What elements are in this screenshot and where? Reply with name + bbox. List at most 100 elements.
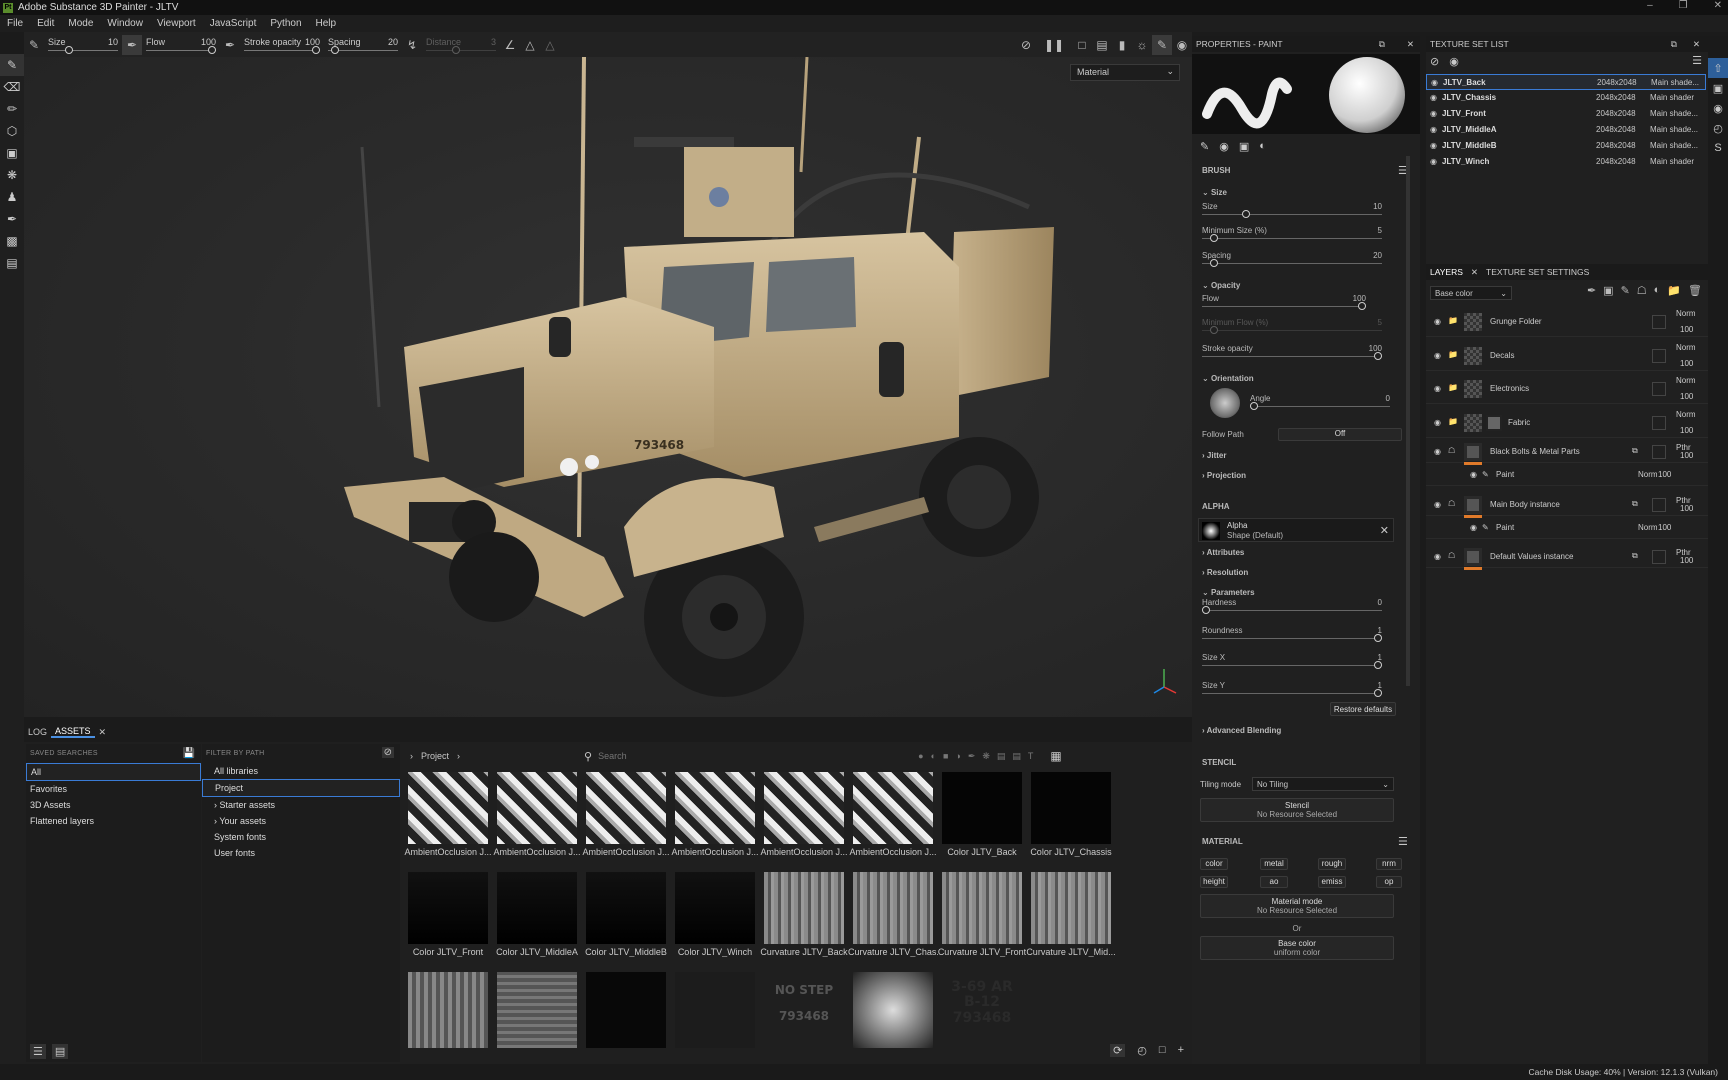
- menu-edit[interactable]: Edit: [30, 18, 61, 29]
- popout-icon[interactable]: ⧉: [1671, 39, 1677, 50]
- delete-layer-icon[interactable]: 🗑: [1688, 284, 1702, 297]
- asset-thumbnail[interactable]: [497, 972, 577, 1048]
- asset-thumbnail[interactable]: [1031, 972, 1111, 1048]
- popout-icon[interactable]: ⧉: [1379, 39, 1385, 50]
- texture-set-row[interactable]: ◉ JLTV_Back 2048x2048 Main shade...: [1426, 74, 1706, 90]
- asset-thumbnail[interactable]: [942, 772, 1022, 844]
- clone-stamp-icon[interactable]: ♟: [0, 186, 24, 208]
- stencil-button[interactable]: Stencil No Resource Selected: [1200, 798, 1394, 822]
- menu-help[interactable]: Help: [309, 18, 344, 29]
- layer-row[interactable]: ◉ ☖ ⧉ Default Values instance Pthr 100: [1426, 546, 1708, 571]
- layer-opacity[interactable]: 100: [1680, 325, 1693, 334]
- refresh-icon[interactable]: ⟳: [1110, 1044, 1126, 1057]
- texture-set-row[interactable]: ◉ JLTV_MiddleB 2048x2048 Main shade...: [1426, 138, 1706, 154]
- menu-mode[interactable]: Mode: [61, 18, 100, 29]
- asset-thumbnail[interactable]: [675, 972, 755, 1048]
- layer-mask-slot[interactable]: [1652, 348, 1666, 363]
- clear-alpha-icon[interactable]: ✕: [1380, 524, 1389, 537]
- orientation-section[interactable]: ⌄ Orientation: [1192, 374, 1254, 383]
- shader-settings-icon[interactable]: ◉: [1708, 98, 1728, 118]
- visibility-icon[interactable]: ◉: [1434, 500, 1441, 509]
- add-fill-layer-icon[interactable]: ☖: [1637, 284, 1647, 297]
- sub-layer-row[interactable]: ◉ ✎ Paint Norm 100: [1426, 464, 1708, 487]
- properties-scrollbar[interactable]: [1406, 156, 1410, 686]
- filter-type-icons[interactable]: ●◐■◑✒❋▤▤T: [918, 751, 1040, 762]
- asset-thumbnail[interactable]: 3-69 AR B-12 793468: [942, 972, 1022, 1048]
- menu-file[interactable]: File: [0, 18, 30, 29]
- follow-path-toggle[interactable]: Off: [1278, 428, 1402, 441]
- close-properties-icon[interactable]: ✕: [1407, 39, 1414, 50]
- detail-view-icon[interactable]: ▤: [51, 1044, 69, 1059]
- camera-mode-icon[interactable]: □: [1072, 35, 1092, 55]
- hardness-slider[interactable]: Hardness 0: [1202, 598, 1382, 614]
- visibility-icon[interactable]: ◉: [1430, 93, 1437, 102]
- saved-search-flattened[interactable]: Flattened layers: [26, 813, 201, 829]
- asset-thumbnail[interactable]: [586, 772, 666, 844]
- annotation-icon[interactable]: ▤: [0, 252, 24, 274]
- asset-thumbnail[interactable]: [764, 772, 844, 844]
- eraser-icon[interactable]: ⌫: [0, 76, 24, 98]
- flow-slider[interactable]: Flow 100: [1202, 294, 1366, 310]
- texture-set-row[interactable]: ◉ JLTV_Chassis 2048x2048 Main shader: [1426, 90, 1706, 106]
- size-slider[interactable]: Size 10: [1202, 202, 1382, 218]
- saved-search-favorites[interactable]: Favorites: [26, 781, 201, 797]
- sizey-slider[interactable]: Size Y1: [1202, 681, 1382, 697]
- hide-icon[interactable]: ⊘: [1016, 35, 1036, 55]
- pen-pressure-size-icon[interactable]: ✒: [122, 34, 142, 55]
- asset-thumbnail[interactable]: [497, 872, 577, 944]
- material-menu-icon[interactable]: ☰: [1398, 835, 1408, 848]
- layer-row[interactable]: ◉ 📁 Fabric Norm 100: [1426, 408, 1708, 438]
- 3d-viewport[interactable]: Material ⌄ 793468: [24, 57, 1192, 717]
- menu-python[interactable]: Python: [263, 18, 308, 29]
- layer-opacity[interactable]: 100: [1680, 451, 1693, 460]
- visibility-icon[interactable]: ◉: [1449, 55, 1459, 68]
- polygon-fill-icon[interactable]: ▣: [0, 142, 24, 164]
- visibility-icon[interactable]: ◉: [1430, 141, 1437, 150]
- layer-opacity[interactable]: 100: [1680, 359, 1693, 368]
- menu-viewport[interactable]: Viewport: [150, 18, 203, 29]
- channel-height-button[interactable]: height: [1200, 876, 1228, 888]
- restore-defaults-button[interactable]: Restore defaults: [1330, 702, 1396, 716]
- visibility-icon[interactable]: ◉: [1470, 470, 1477, 479]
- material-mode-button[interactable]: Material mode No Resource Selected: [1200, 894, 1394, 918]
- geometry-mask-icon[interactable]: ⬡: [0, 120, 24, 142]
- layer-opacity[interactable]: 100: [1680, 504, 1693, 513]
- filter-visibility-icon[interactable]: ⊘: [381, 747, 394, 758]
- add-folder-icon[interactable]: 📁: [1667, 284, 1681, 297]
- material-tab-icon[interactable]: ◉: [1219, 140, 1229, 153]
- texture-set-menu-icon[interactable]: ☰: [1692, 54, 1702, 67]
- asset-thumbnail[interactable]: [586, 872, 666, 944]
- menu-javascript[interactable]: JavaScript: [203, 18, 264, 29]
- projection-icon[interactable]: ✏: [0, 98, 24, 120]
- brush-preset-icon[interactable]: ✎: [24, 35, 44, 55]
- stencil-tab-icon[interactable]: ▣: [1239, 140, 1249, 153]
- breadcrumb[interactable]: Project: [421, 751, 449, 761]
- projection-section[interactable]: › Projection: [1192, 471, 1246, 480]
- saved-search-all[interactable]: All: [26, 763, 201, 781]
- restore-icon[interactable]: ❐: [1679, 0, 1688, 11]
- asset-thumbnail[interactable]: [853, 972, 933, 1048]
- filter-project[interactable]: Project: [202, 779, 400, 797]
- asset-thumbnail[interactable]: NO STEP 793468: [764, 972, 844, 1048]
- layer-opacity[interactable]: 100: [1680, 556, 1693, 565]
- alpha-selector[interactable]: Alpha Shape (Default) ✕: [1198, 518, 1394, 542]
- blend-mode[interactable]: Norm: [1638, 523, 1658, 532]
- angle-icon[interactable]: ∠: [500, 35, 520, 55]
- display-mode-dropdown[interactable]: Material ⌄: [1070, 64, 1180, 81]
- texture-set-row[interactable]: ◉ JLTV_MiddleA 2048x2048 Main shade...: [1426, 122, 1706, 138]
- asset-thumbnail[interactable]: [408, 772, 488, 844]
- layer-mask-slot[interactable]: [1652, 415, 1666, 430]
- add-effect-icon[interactable]: ✒: [1587, 284, 1596, 297]
- layer-opacity[interactable]: 100: [1658, 523, 1671, 532]
- paint-brush-icon[interactable]: ✎: [0, 54, 24, 76]
- add-paint-layer-icon[interactable]: ✎: [1621, 284, 1630, 297]
- symmetry-icon[interactable]: △: [520, 35, 540, 55]
- tiling-dropdown[interactable]: No Tiling ⌄: [1252, 777, 1394, 791]
- substance-icon[interactable]: S: [1708, 138, 1728, 158]
- visibility-icon[interactable]: ◉: [1434, 447, 1441, 456]
- grid-view-icon[interactable]: ▦: [1050, 749, 1061, 763]
- visibility-icon[interactable]: ◉: [1431, 78, 1438, 87]
- asset-thumbnail[interactable]: [408, 872, 488, 944]
- parameters-section[interactable]: ⌄ Parameters: [1192, 588, 1255, 597]
- blend-mode[interactable]: Norm: [1676, 410, 1696, 419]
